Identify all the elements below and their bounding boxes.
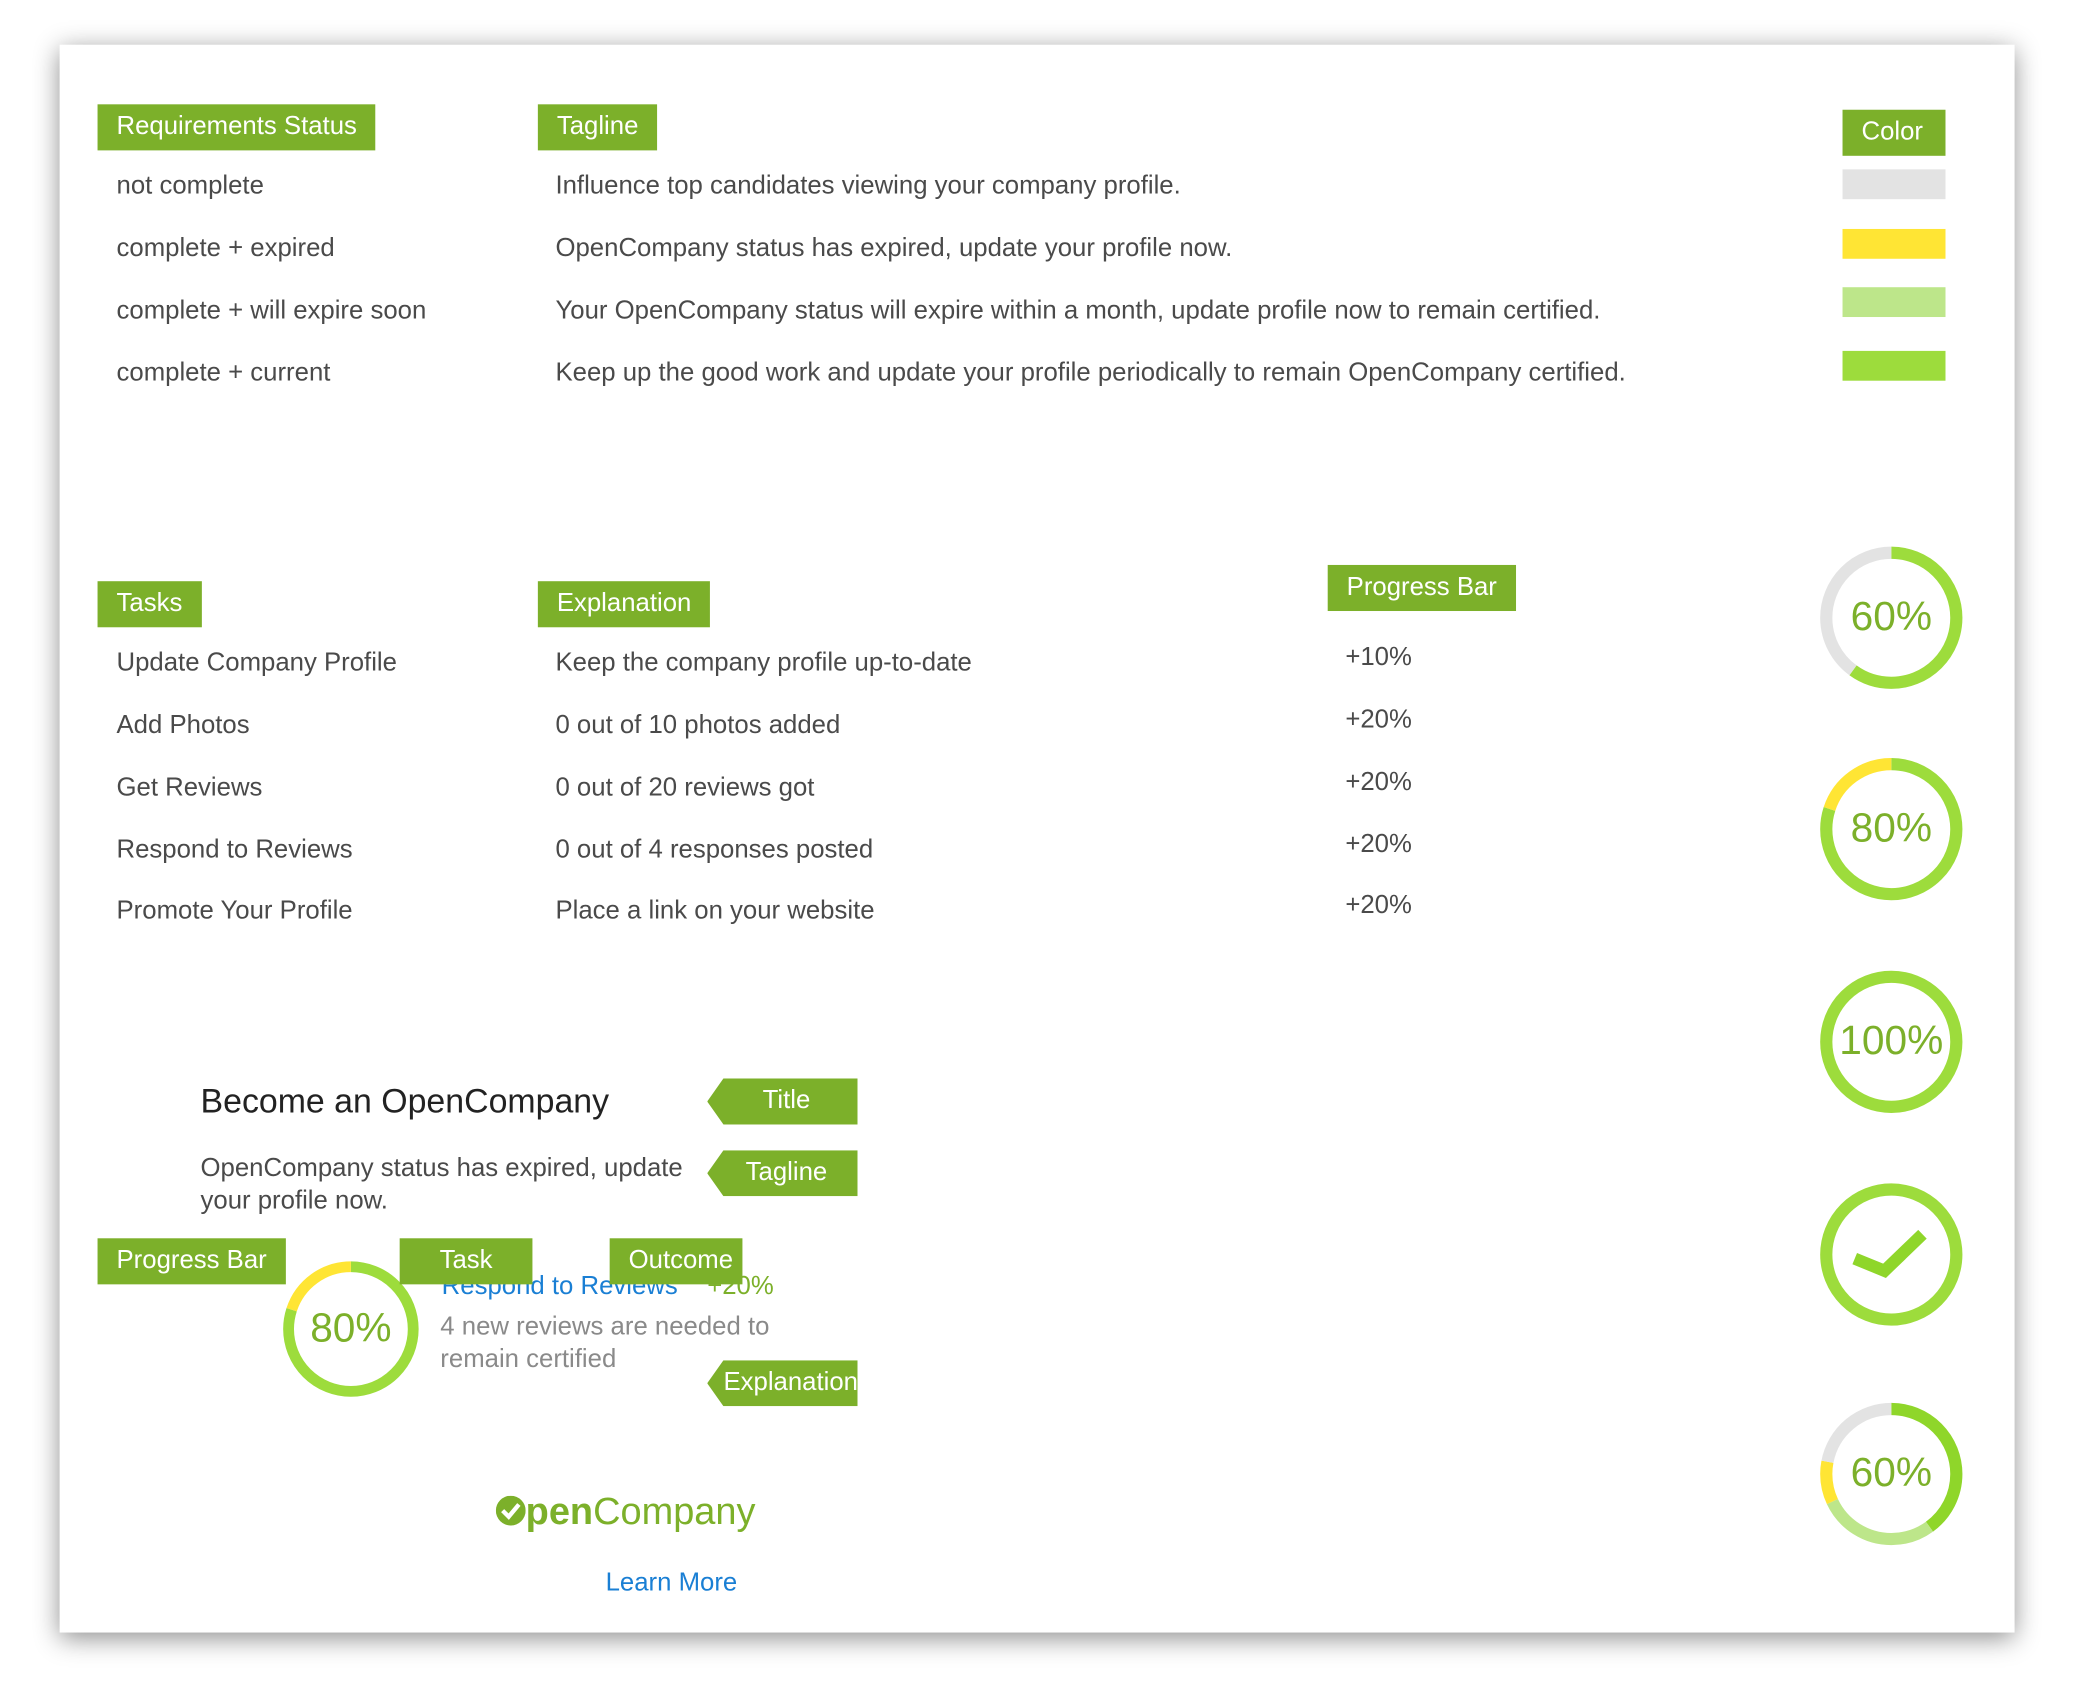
task-explanation: Keep the company profile up-to-date <box>555 648 972 678</box>
widget-title: Become an OpenCompany <box>200 1082 610 1121</box>
task-name: Update Company Profile <box>116 648 397 678</box>
header-tasks: Tasks <box>97 581 202 628</box>
status-text: complete + current <box>116 359 331 388</box>
checkmark-icon <box>1852 1229 1927 1278</box>
progress-ring-2: 80% <box>1817 755 1966 904</box>
status-text: complete + expired <box>116 234 335 263</box>
tagline-text: Keep up the good work and update your pr… <box>555 359 1626 388</box>
progress-ring-1: 60% <box>1817 543 1966 692</box>
task-name: Get Reviews <box>116 773 263 803</box>
task-progress: +20% <box>1345 830 1412 859</box>
annotation-progress-bar: Progress Bar <box>97 1238 286 1285</box>
task-progress: +10% <box>1345 643 1412 672</box>
tagline-text: Influence top candidates viewing your co… <box>555 172 1181 201</box>
header-explanation: Explanation <box>537 581 711 628</box>
task-name: Respond to Reviews <box>116 835 353 865</box>
widget-tagline-line1: OpenCompany status has expired, update <box>200 1154 683 1183</box>
logo-bold: pen <box>525 1490 594 1533</box>
color-swatch <box>1842 287 1946 318</box>
header-requirements-status: Requirements Status <box>97 104 376 151</box>
widget-tagline-line2: your profile now. <box>200 1186 388 1216</box>
header-color: Color <box>1842 109 1946 156</box>
annotation-explanation: Explanation <box>707 1360 858 1407</box>
ring-label: 60% <box>1850 594 1932 640</box>
logo-light: Company <box>593 1490 756 1533</box>
status-text: not complete <box>116 172 264 201</box>
status-text: complete + will expire soon <box>116 296 427 326</box>
progress-ring-5: 60% <box>1817 1400 1966 1549</box>
tagline-text: OpenCompany status has expired, update y… <box>555 234 1233 263</box>
task-explanation: 0 out of 4 responses posted <box>555 835 874 865</box>
annotation-outcome: Outcome <box>609 1238 743 1285</box>
learn-more-link[interactable]: Learn More <box>606 1568 738 1601</box>
header-progress-bar: Progress Bar <box>1327 564 1516 612</box>
ring-label: 100% <box>1839 1018 1944 1064</box>
task-progress: +20% <box>1345 768 1412 797</box>
widget-explanation-line1: 4 new reviews are needed to <box>440 1312 770 1342</box>
tagline-text: Your OpenCompany status will expire with… <box>555 296 1601 326</box>
task-name: Promote Your Profile <box>116 896 353 926</box>
header-tagline: Tagline <box>537 104 658 151</box>
task-explanation: 0 out of 10 photos added <box>555 711 841 740</box>
progress-ring-3: 100% <box>1817 967 1966 1116</box>
widget-explanation-line2: remain certified <box>440 1345 617 1374</box>
ring-label: 80% <box>1850 806 1932 851</box>
task-progress: +20% <box>1345 705 1412 735</box>
color-swatch <box>1842 169 1946 200</box>
color-swatch <box>1842 228 1946 259</box>
task-progress: +20% <box>1345 891 1412 920</box>
annotation-title: Title <box>707 1078 858 1125</box>
opencompany-logo: penCompany <box>495 1490 756 1533</box>
color-swatch <box>1842 350 1946 381</box>
task-name: Add Photos <box>116 711 250 740</box>
task-explanation: Place a link on your website <box>555 896 875 926</box>
task-explanation: 0 out of 20 reviews got <box>555 773 815 803</box>
logo-check-icon <box>495 1495 526 1526</box>
annotation-tagline: Tagline <box>707 1150 858 1197</box>
progress-ring-4 <box>1817 1180 1966 1329</box>
annotation-task: Task <box>399 1238 533 1285</box>
ring-label: 60% <box>1850 1450 1932 1496</box>
